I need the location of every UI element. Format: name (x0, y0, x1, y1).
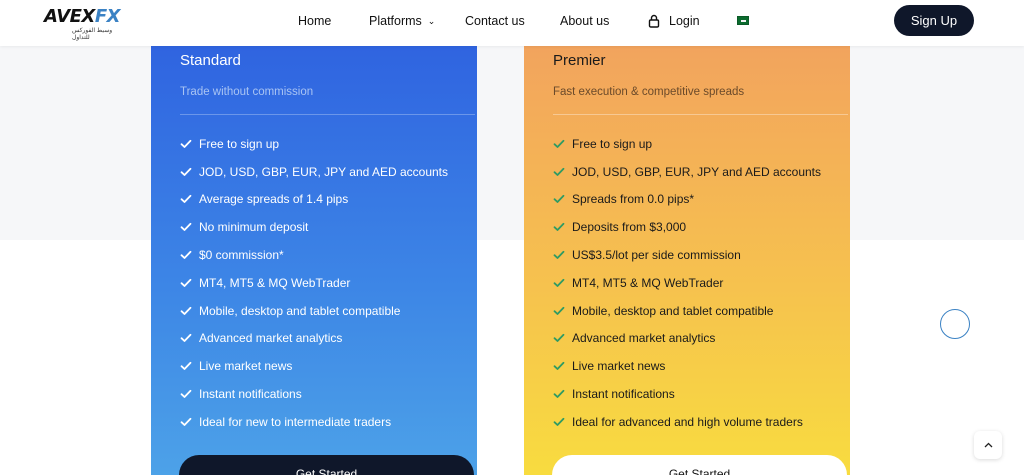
nav-about[interactable]: About us (560, 14, 609, 28)
feature-item: Mobile, desktop and tablet compatible (180, 297, 449, 325)
feature-text: Ideal for advanced and high volume trade… (572, 414, 803, 429)
scroll-top-button[interactable] (974, 431, 1002, 459)
logo[interactable]: AVEXFX وسيط الفوركس للتداول (44, 6, 126, 41)
feature-item: Instant notifications (180, 380, 449, 408)
feature-item: Average spreads of 1.4 pips (180, 186, 449, 214)
card-subtitle: Fast execution & competitive spreads (553, 86, 745, 98)
sign-up-button[interactable]: Sign Up (894, 5, 974, 36)
check-icon (553, 250, 565, 259)
check-icon (180, 195, 192, 204)
feature-text: Deposits from $3,000 (572, 220, 687, 235)
check-icon (553, 389, 565, 398)
feature-list: Free to sign up JOD, USD, GBP, EUR, JPY a… (180, 130, 449, 436)
feature-text: US$3.5/lot per side commission (572, 248, 741, 263)
feature-text: Advanced market analytics (572, 331, 716, 346)
card-subtitle: Trade without commission (180, 86, 314, 98)
nav-platforms-label: Platforms (369, 14, 422, 28)
feature-text: Instant notifications (199, 387, 302, 402)
check-icon (553, 223, 565, 232)
login-label: Login (669, 14, 700, 28)
check-icon (553, 278, 565, 287)
check-icon (553, 195, 565, 204)
feature-item: MT4, MT5 & MQ WebTrader (553, 269, 822, 297)
nav-platforms[interactable]: Platforms ⌄ (369, 14, 435, 28)
feature-text: Free to sign up (199, 136, 280, 151)
pricing-card-standard: Standard Trade without commission Free t… (151, 40, 477, 475)
check-icon (180, 167, 192, 176)
feature-item: Ideal for advanced and high volume trade… (553, 408, 822, 436)
chevron-down-icon: ⌄ (427, 16, 436, 26)
feature-item: JOD, USD, GBP, EUR, JPY and AED accounts (553, 158, 822, 186)
card-divider (553, 114, 848, 115)
feature-item: $0 commission* (180, 241, 449, 269)
check-icon (180, 389, 192, 398)
logo-wordmark: AVEXFX (44, 6, 121, 27)
feature-text: Live market news (572, 359, 666, 374)
pricing-card-premier: Premier Fast execution & competitive spr… (524, 40, 850, 475)
check-icon (553, 139, 565, 148)
check-icon (180, 362, 192, 371)
check-icon (180, 417, 192, 426)
feature-item: Instant notifications (553, 380, 822, 408)
feature-text: No minimum deposit (199, 220, 309, 235)
check-icon (553, 167, 565, 176)
feature-text: Average spreads of 1.4 pips (199, 192, 349, 207)
feature-list: Free to sign up JOD, USD, GBP, EUR, JPY a… (553, 130, 822, 436)
feature-text: Free to sign up (572, 136, 653, 151)
feature-item: MT4, MT5 & MQ WebTrader (180, 269, 449, 297)
check-icon (553, 417, 565, 426)
feature-text: Live market news (199, 359, 293, 374)
card-title: Standard (180, 52, 241, 69)
feature-text: Instant notifications (572, 387, 675, 402)
nav-contact[interactable]: Contact us (465, 14, 525, 28)
get-started-button[interactable]: Get Started (179, 455, 474, 475)
nav-login[interactable]: Login (648, 14, 700, 28)
check-icon (180, 139, 192, 148)
check-icon (180, 223, 192, 232)
check-icon (180, 334, 192, 343)
feature-text: $0 commission* (199, 248, 284, 263)
logo-tagline: وسيط الفوركس للتداول (72, 28, 113, 41)
feature-item: Live market news (553, 352, 822, 380)
feature-item: Advanced market analytics (553, 325, 822, 353)
feature-item: Ideal for new to intermediate traders (180, 408, 449, 436)
lock-icon (648, 14, 660, 28)
feature-item: Free to sign up (553, 130, 822, 158)
check-icon (553, 334, 565, 343)
check-icon (553, 306, 565, 315)
feature-item: Deposits from $3,000 (553, 213, 822, 241)
feature-text: Spreads from 0.0 pips* (572, 192, 695, 207)
feature-item: Advanced market analytics (180, 325, 449, 353)
feature-text: JOD, USD, GBP, EUR, JPY and AED accounts (199, 164, 448, 179)
feature-text: MT4, MT5 & MQ WebTrader (572, 275, 724, 290)
feature-item: Spreads from 0.0 pips* (553, 186, 822, 214)
check-icon (180, 278, 192, 287)
nav-home[interactable]: Home (298, 14, 331, 28)
feature-item: Mobile, desktop and tablet compatible (553, 297, 822, 325)
feature-text: JOD, USD, GBP, EUR, JPY and AED accounts (572, 164, 821, 179)
feature-text: Advanced market analytics (199, 331, 343, 346)
feature-text: Mobile, desktop and tablet compatible (572, 303, 774, 318)
feature-item: JOD, USD, GBP, EUR, JPY and AED accounts (180, 158, 449, 186)
check-icon (180, 250, 192, 259)
card-divider (180, 114, 475, 115)
flag-icon[interactable] (737, 16, 749, 25)
feature-text: MT4, MT5 & MQ WebTrader (199, 275, 351, 290)
site-header: AVEXFX وسيط الفوركس للتداول Home Platfor… (0, 0, 1024, 46)
get-started-button[interactable]: Get Started (552, 455, 847, 475)
feature-item: Free to sign up (180, 130, 449, 158)
card-title: Premier (553, 52, 606, 69)
feature-text: Ideal for new to intermediate traders (199, 414, 392, 429)
check-icon (553, 362, 565, 371)
floating-circle-icon[interactable] (940, 309, 970, 339)
feature-item: US$3.5/lot per side commission (553, 241, 822, 269)
feature-text: Mobile, desktop and tablet compatible (199, 303, 401, 318)
feature-item: No minimum deposit (180, 213, 449, 241)
feature-item: Live market news (180, 352, 449, 380)
chevron-up-icon (984, 442, 992, 448)
check-icon (180, 306, 192, 315)
